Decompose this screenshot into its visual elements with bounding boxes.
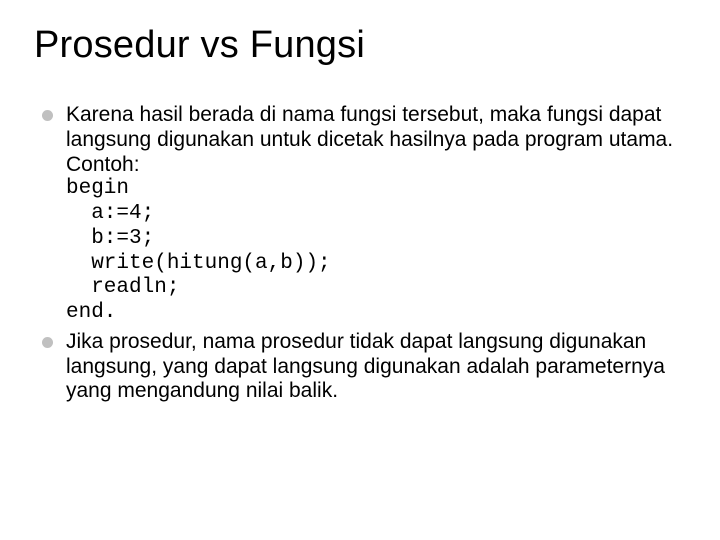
list-item: Jika prosedur, nama prosedur tidak dapat… — [42, 330, 686, 404]
list-item: Karena hasil berada di nama fungsi terse… — [42, 103, 686, 326]
slide: Prosedur vs Fungsi Karena hasil berada d… — [0, 0, 720, 540]
slide-title: Prosedur vs Fungsi — [34, 24, 686, 67]
bullet-list: Karena hasil berada di nama fungsi terse… — [34, 103, 686, 404]
bullet-subtext: Contoh: — [66, 153, 686, 178]
bullet-text: Karena hasil berada di nama fungsi terse… — [66, 103, 686, 153]
bullet-text: Jika prosedur, nama prosedur tidak dapat… — [66, 330, 686, 404]
code-block: begin a:=4; b:=3; write(hitung(a,b)); re… — [66, 177, 686, 326]
